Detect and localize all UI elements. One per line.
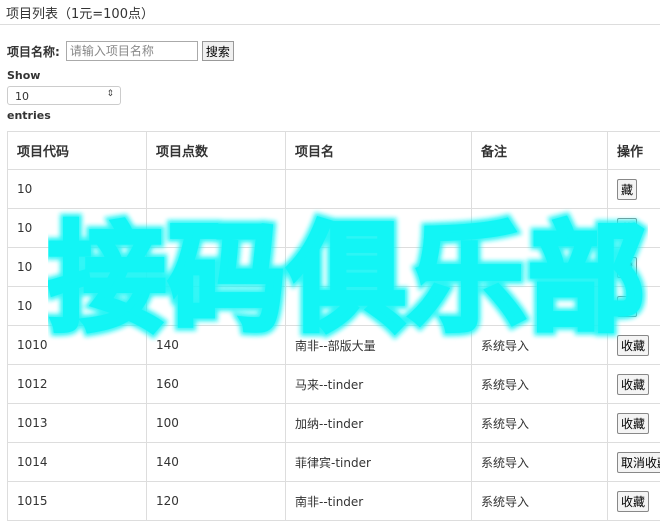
cell-note: 系统导入 [471,364,608,404]
cell-points [146,286,286,326]
favorite-button[interactable]: 收藏 [617,412,650,434]
page-title: 项目列表（1元=100点） [6,7,154,22]
search-button[interactable]: 搜索 [201,41,234,61]
entries-label: entries [7,109,51,122]
cell-name: 马来--tinder [285,364,472,404]
cell-points [146,247,286,287]
cell-action: 收藏 [607,325,660,365]
cell-action: 收藏 [607,481,660,521]
cell-points [146,208,286,248]
cell-points: 140 [146,325,286,365]
header-name: 项目名 [285,131,472,170]
cell-note [471,169,608,209]
cell-name: 加纳--tinder [285,403,472,443]
select-arrows-icon: ⇕ [106,89,114,99]
cell-name: 菲律宾-tinder [285,442,472,482]
cell-code: 1014 [7,442,147,482]
table-row: 10 藏 [7,286,660,326]
show-label: Show [7,69,41,82]
cell-code: 10 [7,286,147,326]
cell-name: 南非--部版大量 [285,325,472,365]
page-size-select[interactable]: 10 ⇕ [7,86,121,105]
cell-points: 140 [146,442,286,482]
search-input[interactable] [65,41,198,61]
cell-points: 120 [146,481,286,521]
cell-code: 1010 [7,325,147,365]
favorite-button[interactable]: 收藏 [617,334,650,356]
cell-action: 藏 [607,247,660,287]
cell-action: 收藏 [607,364,660,404]
header-note: 备注 [471,131,608,170]
table-row: 1012 160 马来--tinder 系统导入 收藏 [7,364,660,404]
table-header-row: 项目代码 项目点数 项目名 备注 操作 [7,131,660,170]
cell-note: 系统导入 [471,442,608,482]
table-row: 1013 100 加纳--tinder 系统导入 收藏 [7,403,660,443]
cell-note: 系统导入 [471,403,608,443]
unfavorite-button[interactable]: 取消收藏 [617,451,660,473]
cell-points: 100 [146,403,286,443]
table-row: 1015 120 南非--tinder 系统导入 收藏 [7,481,660,521]
cell-action: 藏 [607,169,660,209]
cell-name [285,286,472,326]
cell-name: 南非--tinder [285,481,472,521]
cell-code: 1012 [7,364,147,404]
header-code: 项目代码 [7,131,147,170]
header-points: 项目点数 [146,131,286,170]
cell-code: 10 [7,247,147,287]
cell-code: 1015 [7,481,147,521]
cell-code: 10 [7,208,147,248]
cell-note: 系统导入 [471,325,608,365]
table-row: 10 藏 [7,169,660,209]
table-row: 1014 140 菲律宾-tinder 系统导入 取消收藏 [7,442,660,482]
cell-name [285,247,472,287]
favorite-button[interactable]: 收藏 [617,373,650,395]
cell-note [471,208,608,248]
cell-points: 160 [146,364,286,404]
favorite-button[interactable]: 藏 [617,178,638,200]
favorite-button[interactable]: 藏 [617,217,638,239]
title-bar: 项目列表（1元=100点） [0,0,660,25]
table-row: 10 藏 [7,247,660,287]
cell-code: 10 [7,169,147,209]
project-table: 项目代码 项目点数 项目名 备注 操作 10 藏 10 藏 10 藏 10 藏 … [7,131,660,521]
table-row: 10 藏 [7,208,660,248]
cell-name [285,169,472,209]
table-row: 1010 140 南非--部版大量 系统导入 收藏 [7,325,660,365]
page-size-value: 10 [15,90,29,103]
favorite-button[interactable]: 藏 [617,295,638,317]
cell-note [471,247,608,287]
favorite-button[interactable]: 收藏 [617,490,650,512]
cell-note: 系统导入 [471,481,608,521]
cell-points [146,169,286,209]
favorite-button[interactable]: 藏 [617,256,638,278]
search-label: 项目名称: [7,44,60,59]
header-action: 操作 [607,131,660,170]
cell-code: 1013 [7,403,147,443]
cell-note [471,286,608,326]
cell-action: 藏 [607,208,660,248]
search-bar: 项目名称: 搜索 [7,41,234,61]
cell-action: 收藏 [607,403,660,443]
cell-name [285,208,472,248]
cell-action: 藏 [607,286,660,326]
cell-action: 取消收藏 [607,442,660,482]
